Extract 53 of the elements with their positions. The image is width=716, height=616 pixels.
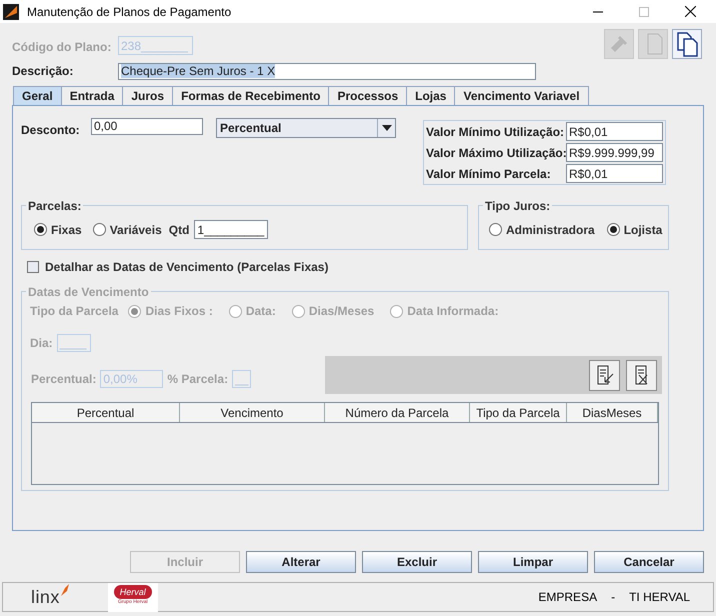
- qtd-field[interactable]: 1_________: [194, 220, 268, 239]
- document-arrow-icon: [594, 364, 614, 386]
- dropdown-arrow-icon: [382, 125, 392, 131]
- linx-logo: linx: [31, 588, 60, 606]
- description-field[interactable]: Cheque-Pre Sem Juros - 1 X: [118, 62, 536, 80]
- page-icon: [648, 34, 662, 54]
- remove-button[interactable]: [626, 360, 657, 390]
- code-label: Código do Plano:: [12, 39, 112, 56]
- action-button[interactable]: Cancelar: [594, 551, 704, 573]
- discount-field[interactable]: 0,00: [91, 118, 203, 135]
- discount-label: Desconto:: [21, 122, 81, 139]
- parcela-label: % Parcela:: [167, 371, 228, 388]
- radio-label: Variáveis: [110, 222, 162, 238]
- discount-type-dropdown[interactable]: Percentual: [216, 118, 396, 138]
- limit-field[interactable]: R$0,01: [566, 122, 663, 141]
- company-label: EMPRESA: [538, 589, 598, 606]
- radio-button[interactable]: [92, 223, 106, 236]
- app-icon: [3, 4, 19, 20]
- radio-label: Data Informada:: [407, 303, 499, 320]
- radio-label: Lojista: [624, 222, 662, 238]
- tab[interactable]: Geral: [13, 86, 62, 105]
- radio-label: Data:: [246, 303, 276, 320]
- radio-label: Fixas: [51, 222, 82, 238]
- close-icon[interactable]: [685, 6, 696, 17]
- limit-label: Valor Máximo Utilização:: [426, 144, 566, 162]
- tipo-parcela-label: Tipo da Parcela: [30, 303, 118, 320]
- import-button[interactable]: [589, 360, 620, 390]
- limit-label: Valor Mínimo Parcela:: [426, 166, 552, 182]
- limit-field[interactable]: R$0,01: [566, 164, 663, 183]
- toolbar-button[interactable]: [672, 29, 702, 59]
- limit-label: Valor Mínimo Utilização:: [426, 124, 566, 140]
- action-button[interactable]: Alterar: [246, 551, 356, 573]
- radio-label: Dias Fixos :: [145, 303, 213, 320]
- company-name: TI HERVAL: [629, 589, 690, 606]
- description-label: Descrição:: [12, 63, 74, 80]
- qtd-label: Qtd: [168, 222, 190, 238]
- radio-button[interactable]: [606, 223, 620, 236]
- dia-label: Dia:: [30, 335, 53, 352]
- checkbox[interactable]: [27, 261, 39, 273]
- percentual-label: Percentual:: [31, 371, 96, 388]
- limit-field[interactable]: R$9.999.999,99: [566, 143, 663, 162]
- checkbox-label: Detalhar as Datas de Vencimento (Parcelas Fixas): [45, 259, 328, 276]
- tab[interactable]: Lojas: [406, 86, 456, 105]
- window-title: Manutenção de Planos de Pagamento: [27, 4, 232, 20]
- radio-button[interactable]: [489, 223, 502, 236]
- radio-label: Dias/Meses: [308, 303, 374, 320]
- action-button[interactable]: Excluir: [362, 551, 472, 573]
- radio-label: Administradora: [506, 222, 595, 238]
- action-button[interactable]: Limpar: [478, 551, 588, 573]
- separator-text: -: [611, 589, 616, 606]
- copy-icon: [677, 32, 698, 57]
- tab[interactable]: Vencimento Variavel: [454, 86, 589, 105]
- radio-button[interactable]: [34, 223, 47, 236]
